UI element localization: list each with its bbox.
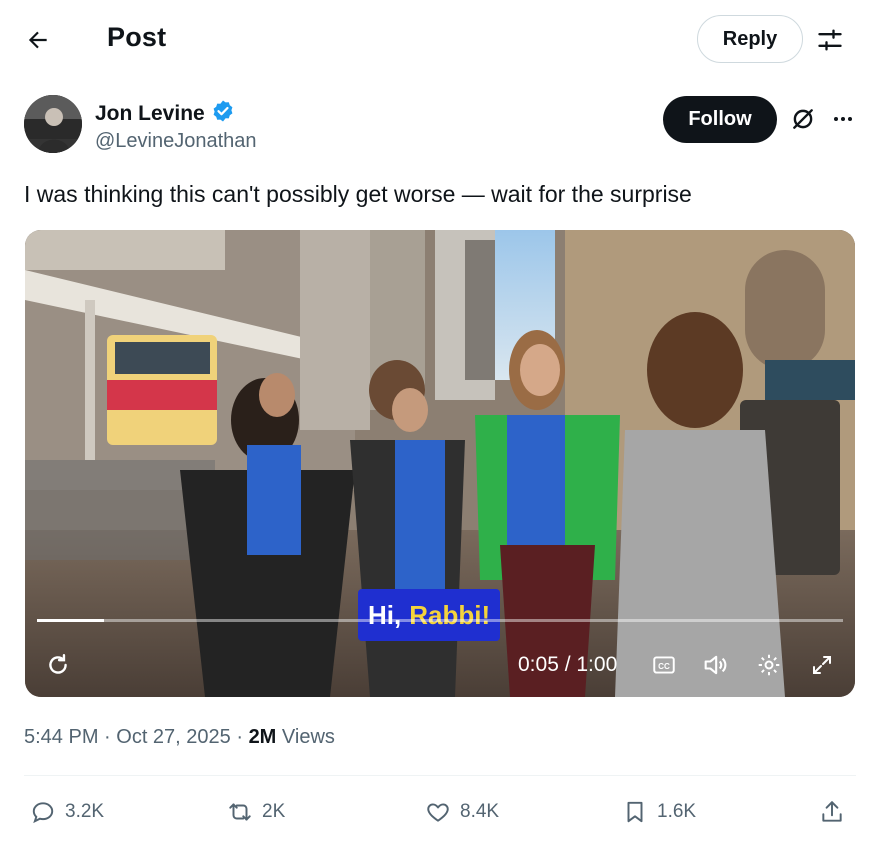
author-name[interactable]: Jon Levine: [95, 99, 235, 129]
video-time: 0:05 / 1:00: [518, 653, 618, 676]
share-icon: [822, 801, 842, 822]
repost-count: 2K: [262, 801, 286, 822]
follow-button[interactable]: Follow: [663, 96, 777, 143]
video-player[interactable]: Hi, Rabbi! 0:05 / 1:00 CC: [25, 230, 855, 697]
caption-greeting: Hi,: [368, 599, 402, 630]
caption-name: Rabbi!: [409, 599, 491, 630]
like-count: 8.4K: [460, 801, 500, 822]
settings-gear-icon[interactable]: [754, 650, 784, 680]
bookmark-icon: [627, 801, 643, 823]
fullscreen-icon[interactable]: [807, 650, 837, 680]
svg-text:CC: CC: [658, 662, 670, 671]
volume-icon[interactable]: [700, 650, 730, 680]
bookmark-count: 1.6K: [657, 801, 697, 822]
post-timestamp[interactable]: 5:44 PM · Oct 27, 2025 ·: [24, 726, 249, 748]
video-caption: Hi, Rabbi!: [358, 589, 501, 641]
repost-icon: [229, 803, 251, 821]
divider: [24, 775, 856, 776]
post-text: I was thinking this can't possibly get w…: [24, 181, 692, 207]
bookmark-action[interactable]: 1.6K: [622, 794, 696, 830]
views-label: Views: [276, 726, 335, 748]
reply-count: 3.2K: [65, 801, 105, 822]
video-progress-bar[interactable]: [37, 619, 843, 622]
replay-icon[interactable]: [43, 650, 73, 680]
author-handle[interactable]: @LevineJonathan: [95, 130, 257, 153]
reply-button[interactable]: Reply: [697, 15, 803, 63]
comment-icon: [32, 802, 54, 824]
heart-icon: [427, 803, 449, 822]
top-bar: Post Reply: [0, 0, 880, 80]
share-action[interactable]: [819, 794, 845, 830]
closed-captions-icon[interactable]: CC: [649, 650, 679, 680]
video-progress-fill: [37, 619, 104, 622]
back-arrow-icon[interactable]: [22, 24, 54, 56]
page-title: Post: [107, 22, 167, 52]
verified-badge-icon: [211, 99, 235, 129]
views-count: 2M: [248, 726, 277, 748]
grok-icon[interactable]: [788, 104, 818, 134]
sliders-icon[interactable]: [814, 24, 846, 56]
reply-action[interactable]: 3.2K: [30, 794, 104, 830]
post-meta: 5:44 PM · Oct 27, 2025 · 2M Views: [24, 726, 335, 749]
like-action[interactable]: 8.4K: [425, 794, 499, 830]
repost-action[interactable]: 2K: [227, 794, 285, 830]
author-display-name[interactable]: Jon Levine: [95, 102, 205, 126]
more-options-icon[interactable]: [828, 104, 858, 134]
avatar[interactable]: [24, 95, 82, 153]
